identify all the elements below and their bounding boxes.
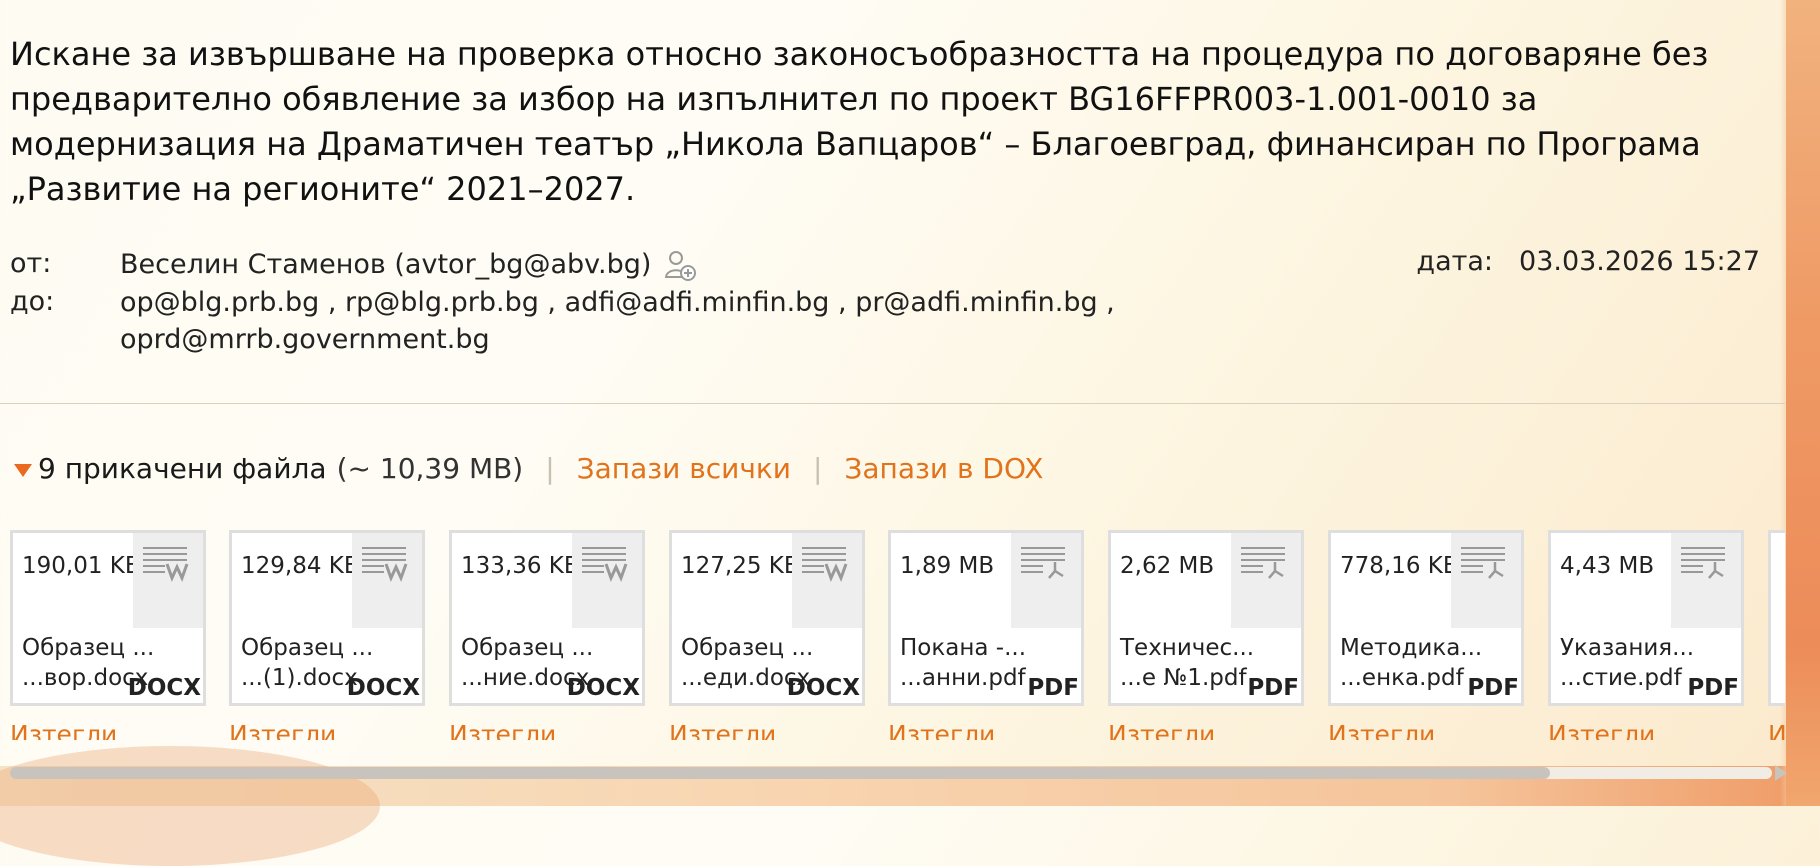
file-size: 778,16 KB (1340, 553, 1459, 579)
date-label: дата: (1416, 246, 1494, 277)
attachment-item[interactable]: 778,16 KB PDF Методика... ...енка.pdf Из… (1328, 530, 1524, 740)
attachment-item[interactable]: 133,36 KB DOCX Образец ... ...ние.docx И… (449, 530, 645, 740)
attachment-card[interactable]: 127,25 KB DOCX Образец ... ...еди.docx (669, 530, 865, 706)
attachment-card[interactable]: 133,36 KB DOCX Образец ... ...ние.docx (449, 530, 645, 706)
download-link[interactable]: Изтегли (1328, 720, 1435, 740)
docx-file-icon (133, 533, 203, 628)
file-name-start: Указания... (1560, 635, 1695, 661)
save-all-link[interactable]: Запази всички (577, 452, 791, 485)
attachment-item[interactable]: 129,84 KB DOCX Образец ... ...(1).docx И… (229, 530, 425, 740)
sender-name[interactable]: Веселин Стаменов (avtor_bg@abv.bg) (120, 246, 651, 283)
file-size: 127,25 KB (681, 553, 800, 579)
file-name-start: Образец ... (681, 635, 814, 661)
file-size: 190,01 KB (22, 553, 141, 579)
file-size: 129,84 KB (241, 553, 360, 579)
file-name-end: ...е №1.pdf (1120, 665, 1247, 691)
docx-file-icon (352, 533, 422, 628)
attachment-card[interactable] (1768, 530, 1785, 706)
file-name-end: ...еди.docx (681, 665, 811, 691)
file-name-start: Образец ... (22, 635, 155, 661)
file-name-start: Техничес... (1120, 635, 1255, 661)
attachments-header: 9 прикачени файла (~ 10,39 MB) | Запази … (14, 452, 1043, 485)
separator: | (812, 452, 823, 485)
divider (0, 403, 1785, 404)
file-type: PDF (1247, 675, 1299, 701)
scroll-right-arrow-icon[interactable] (1775, 765, 1787, 781)
recipients[interactable]: op@blg.prb.bg , rp@blg.prb.bg , adfi@adf… (120, 284, 1220, 358)
attachment-card[interactable]: 2,62 MB PDF Техничес... ...е №1.pdf (1108, 530, 1304, 706)
attachment-card[interactable]: 190,01 KB DOCX Образец ... ...вор.docx (10, 530, 206, 706)
file-name-end: ...ние.docx (461, 665, 590, 691)
file-size: 2,62 MB (1120, 553, 1215, 579)
from-field: Веселин Стаменов (avtor_bg@abv.bg) (120, 246, 697, 283)
add-contact-icon[interactable] (663, 248, 697, 282)
download-link[interactable]: Изтегли (669, 720, 776, 740)
date-field: дата: 03.03.2026 15:27 (1416, 246, 1760, 277)
attachment-card[interactable]: 4,43 MB PDF Указания... ...стие.pdf (1548, 530, 1744, 706)
file-name-end: ...(1).docx (241, 665, 358, 691)
file-type: PDF (1467, 675, 1519, 701)
pdf-file-icon (1231, 533, 1301, 628)
to-label: до: (10, 286, 55, 317)
attachment-card[interactable]: 129,84 KB DOCX Образец ... ...(1).docx (229, 530, 425, 706)
file-name-start: Образец ... (461, 635, 594, 661)
file-name-end: ...стие.pdf (1560, 665, 1682, 691)
save-dox-link[interactable]: Запази в DOX (844, 452, 1043, 485)
file-type: PDF (1687, 675, 1739, 701)
file-name-end: ...вор.docx (22, 665, 149, 691)
attachment-item[interactable]: 190,01 KB DOCX Образец ... ...вор.docx И… (10, 530, 206, 740)
from-label: от: (10, 248, 52, 279)
file-type: PDF (1027, 675, 1079, 701)
file-name-end: ...анни.pdf (900, 665, 1026, 691)
horizontal-scrollbar[interactable] (10, 767, 1772, 779)
download-link[interactable]: Изтегли (1548, 720, 1655, 740)
file-name-end: ...енка.pdf (1340, 665, 1464, 691)
docx-file-icon (572, 533, 642, 628)
file-name-start: Образец ... (241, 635, 374, 661)
attachment-item[interactable]: 1,89 MB PDF Покана -... ...анни.pdf Изте… (888, 530, 1084, 740)
attachments-count[interactable]: 9 прикачени файла (38, 452, 327, 485)
file-name-start: Покана -... (900, 635, 1027, 661)
attachment-item[interactable]: 127,25 KB DOCX Образец ... ...еди.docx И… (669, 530, 865, 740)
attachment-card[interactable]: 778,16 KB PDF Методика... ...енка.pdf (1328, 530, 1524, 706)
download-link[interactable]: Изтегли (1108, 720, 1215, 740)
background-arc (0, 746, 380, 866)
scrollbar-thumb[interactable] (10, 767, 1550, 779)
email-subject: Искане за извършване на проверка относно… (10, 35, 1709, 208)
background-right-band (1786, 0, 1820, 806)
pdf-file-icon (1011, 533, 1081, 628)
attachment-card[interactable]: 1,89 MB PDF Покана -... ...анни.pdf (888, 530, 1084, 706)
attachments-list: 190,01 KB DOCX Образец ... ...вор.docx И… (10, 530, 1785, 740)
collapse-triangle-icon[interactable] (14, 463, 32, 477)
date-value: 03.03.2026 15:27 (1519, 246, 1760, 277)
pdf-file-icon (1671, 533, 1741, 628)
file-size: 133,36 KB (461, 553, 580, 579)
download-link[interactable]: Изтегли (229, 720, 336, 740)
file-size: 4,43 MB (1560, 553, 1655, 579)
file-size: 1,89 MB (900, 553, 995, 579)
download-link[interactable]: Изтегли (10, 720, 117, 740)
attachment-item[interactable]: 4,43 MB PDF Указания... ...стие.pdf Изте… (1548, 530, 1744, 740)
download-link[interactable]: Изтегли (888, 720, 995, 740)
separator: | (545, 452, 555, 485)
download-link[interactable]: Изтегли (449, 720, 556, 740)
file-name-start: Методика... (1340, 635, 1483, 661)
attachment-item-partial[interactable]: Изтегли (1768, 530, 1785, 740)
docx-file-icon (792, 533, 862, 628)
attachments-size: (~ 10,39 MB) (336, 452, 524, 485)
attachment-item[interactable]: 2,62 MB PDF Техничес... ...е №1.pdf Изте… (1108, 530, 1304, 740)
download-link[interactable]: Изтегли (1768, 720, 1785, 740)
pdf-file-icon (1451, 533, 1521, 628)
